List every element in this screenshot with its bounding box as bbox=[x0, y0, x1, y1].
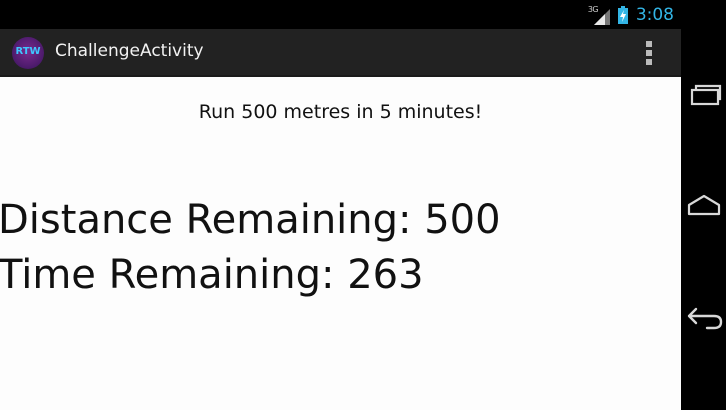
overflow-dot bbox=[646, 41, 652, 47]
overflow-dot bbox=[646, 50, 652, 56]
signal-icon: 3G bbox=[588, 4, 612, 26]
activity-content: Run 500 metres in 5 minutes! Distance Re… bbox=[0, 77, 681, 410]
overflow-dot bbox=[646, 59, 652, 65]
network-type: 3G bbox=[587, 5, 599, 14]
status-clock: 3:08 bbox=[635, 5, 674, 25]
app-logo-text: RTW bbox=[15, 46, 41, 57]
back-button[interactable] bbox=[681, 293, 726, 343]
battery-icon bbox=[617, 6, 628, 24]
recents-button[interactable] bbox=[681, 69, 726, 119]
distance-remaining: Distance Remaining: 500 bbox=[0, 197, 501, 243]
activity-title: ChallengeActivity bbox=[55, 41, 204, 61]
device-screen: 3G 3:08 RTW ChallengeActivity Run 500 me… bbox=[0, 0, 726, 410]
overflow-menu-icon[interactable] bbox=[639, 39, 659, 67]
distance-value: 500 bbox=[424, 197, 501, 243]
time-remaining: Time Remaining: 263 bbox=[0, 252, 424, 298]
back-icon bbox=[687, 307, 722, 330]
recents-icon bbox=[690, 84, 721, 106]
time-value: 263 bbox=[347, 252, 424, 298]
action-bar: RTW ChallengeActivity bbox=[0, 29, 681, 77]
time-label: Time Remaining: bbox=[0, 252, 348, 298]
app-logo-icon[interactable]: RTW bbox=[12, 37, 44, 69]
status-icons: 3G 3:08 bbox=[588, 4, 674, 26]
home-icon bbox=[687, 194, 720, 216]
challenge-description: Run 500 metres in 5 minutes! bbox=[198, 101, 483, 123]
navigation-bar bbox=[681, 29, 726, 410]
home-button[interactable] bbox=[681, 181, 726, 231]
distance-label: Distance Remaining: bbox=[0, 197, 425, 243]
status-bar: 3G 3:08 bbox=[0, 0, 726, 29]
